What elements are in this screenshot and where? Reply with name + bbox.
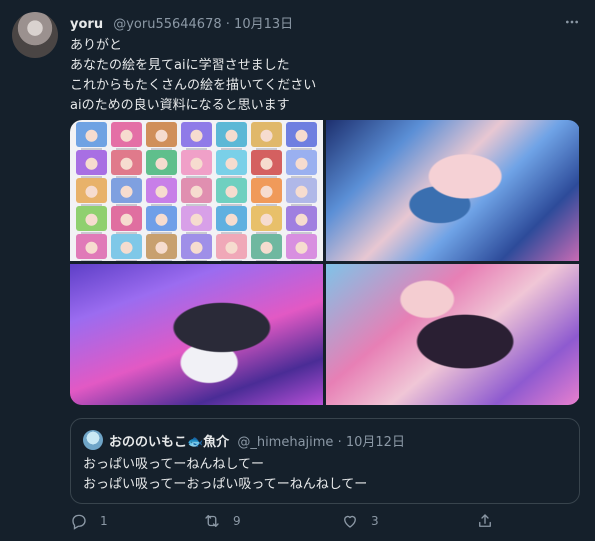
thumbnail-image <box>216 150 247 180</box>
media-image-1[interactable] <box>70 120 323 261</box>
thumbnail-grid <box>76 122 317 261</box>
thumbnail-image <box>146 122 177 152</box>
thumbnail-image <box>146 234 177 261</box>
retweet-icon <box>205 515 219 527</box>
thumbnail-image <box>146 206 177 236</box>
like-icon <box>344 515 356 528</box>
media-grid <box>70 120 580 405</box>
thumbnail-image <box>111 150 142 180</box>
tweet-text-line: aiのための良い資料になると思います <box>70 98 290 113</box>
thumbnail-image <box>251 122 282 152</box>
thumbnail-image <box>111 234 142 261</box>
thumbnail-image <box>76 150 107 180</box>
like-button[interactable]: 3 <box>341 512 379 530</box>
tweet-text: ありがと あなたの絵を見てaiに学習させました これからもたくさんの絵を描いてく… <box>70 36 316 116</box>
thumbnail-image <box>111 122 142 152</box>
more-button[interactable] <box>562 12 582 32</box>
thumbnail-image <box>286 150 317 180</box>
author-handle[interactable]: @yoru55644678 <box>113 17 221 32</box>
action-bar: 1 9 3 <box>70 512 580 534</box>
thumbnail-image <box>76 178 107 208</box>
reply-button[interactable]: 1 <box>70 512 108 530</box>
thumbnail-image <box>146 178 177 208</box>
quoted-text-line: おっぱい吸ってーおっぱい吸ってーねんねしてー <box>83 477 368 492</box>
thumbnail-image <box>251 178 282 208</box>
thumbnail-image <box>76 206 107 236</box>
quoted-text-line: おっぱい吸ってーねんねしてー <box>83 457 264 472</box>
quoted-tweet[interactable]: おののいもこ🐟魚介 @_himehajime · 10月12日 おっぱい吸ってー… <box>70 418 580 504</box>
thumbnail-image <box>251 234 282 261</box>
thumbnail-image <box>286 206 317 236</box>
thumbnail-image <box>146 150 177 180</box>
more-icon <box>566 20 578 24</box>
tweet-text-line: これからもたくさんの絵を描いてください <box>70 78 317 93</box>
thumbnail-image <box>216 178 247 208</box>
thumbnail-image <box>181 206 212 236</box>
thumbnail-image <box>286 178 317 208</box>
reply-icon <box>72 514 86 530</box>
quoted-author-handle: @_himehajime <box>237 435 334 450</box>
retweet-button[interactable]: 9 <box>203 512 241 530</box>
tweet-text-line: ありがと <box>70 38 123 53</box>
tweet-text-line: あなたの絵を見てaiに学習させました <box>70 58 290 73</box>
thumbnail-image <box>216 206 247 236</box>
media-image-3[interactable] <box>70 264 323 405</box>
thumbnail-image <box>76 122 107 152</box>
quoted-author-name: おののいもこ🐟魚介 <box>109 435 230 450</box>
quoted-header: おののいもこ🐟魚介 @_himehajime · 10月12日 <box>109 431 405 450</box>
retweet-count: 9 <box>233 514 241 528</box>
thumbnail-image <box>181 122 212 152</box>
thumbnail-image <box>76 234 107 261</box>
thumbnail-image <box>181 150 212 180</box>
quoted-text: おっぱい吸ってーねんねしてー おっぱい吸ってーおっぱい吸ってーねんねしてー <box>83 455 367 495</box>
author-name[interactable]: yoru <box>70 17 103 32</box>
thumbnail-image <box>286 122 317 152</box>
tweet-header: yoru @yoru55644678 · 10月13日 <box>70 13 293 32</box>
author-avatar[interactable] <box>12 12 58 58</box>
reply-count: 1 <box>100 514 108 528</box>
thumbnail-image <box>216 122 247 152</box>
thumbnail-image <box>181 178 212 208</box>
thumbnail-image <box>286 234 317 261</box>
share-icon <box>479 514 491 527</box>
quoted-date: 10月12日 <box>345 435 405 450</box>
quoted-header-separator: · <box>337 435 342 450</box>
thumbnail-image <box>251 206 282 236</box>
media-image-2[interactable] <box>326 120 579 261</box>
share-button[interactable] <box>476 512 494 530</box>
media-image-4[interactable] <box>326 264 579 405</box>
header-separator: · <box>225 17 230 32</box>
quoted-author-avatar <box>83 430 103 450</box>
tweet-date[interactable]: 10月13日 <box>234 17 293 32</box>
thumbnail-image <box>216 234 247 261</box>
thumbnail-image <box>111 178 142 208</box>
thumbnail-image <box>251 150 282 180</box>
like-count: 3 <box>371 514 379 528</box>
thumbnail-image <box>111 206 142 236</box>
thumbnail-image <box>181 234 212 261</box>
